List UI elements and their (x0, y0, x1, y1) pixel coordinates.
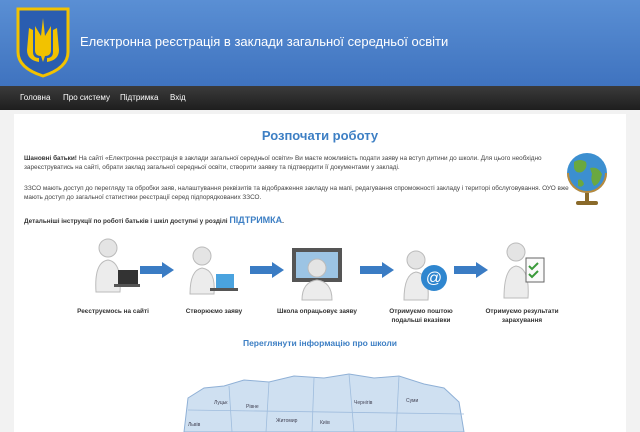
main-navigation: Головна Про систему Підтримка Вхід (0, 86, 640, 110)
main-content: Розпочати роботу Шановні батьки! На сайт… (14, 114, 626, 432)
arrow-right-icon (250, 262, 284, 278)
instructions-end: . (282, 218, 284, 225)
svg-text:@: @ (426, 270, 442, 287)
map-region-label: Суми (406, 398, 418, 404)
instructions-text: Детальніші інструкції по роботі батьків … (24, 218, 230, 225)
map-region-label: Луцьк (214, 400, 228, 406)
step-email-figure: @ (403, 250, 447, 301)
coat-of-arms-icon[interactable] (15, 6, 71, 78)
step-register-figure (95, 238, 140, 293)
intro-text: На сайті «Електронна реєстрація в заклад… (24, 155, 542, 171)
step-label: Створюємо заяву (185, 308, 243, 315)
arrow-right-icon (360, 262, 394, 278)
site-header: Електронна реєстрація в заклади загально… (0, 0, 640, 86)
map-region-label: Київ (320, 420, 330, 426)
page-title: Розпочати роботу (261, 128, 379, 143)
map-region-label: Чернігів (354, 400, 373, 406)
intro-paragraph: Шановні батьки! На сайті «Електронна реє… (24, 154, 572, 172)
intro-greeting: Шановні батьки! (24, 155, 77, 162)
nav-item-about[interactable]: Про систему (63, 93, 110, 102)
nav-item-support[interactable]: Підтримка (120, 93, 158, 102)
step-results-figure (503, 242, 545, 299)
nav-item-home[interactable]: Головна (20, 93, 50, 102)
ukraine-map[interactable]: Луцьк Рівне Житомир Київ Чернігів Суми Л… (174, 358, 474, 432)
arrow-right-icon (454, 262, 488, 278)
map-region-label: Львів (188, 422, 201, 428)
site-title: Електронна реєстрація в заклади загально… (80, 34, 449, 49)
globe-icon (567, 153, 607, 205)
instructions-paragraph: Детальніші інструкції по роботі батьків … (24, 216, 584, 226)
map-region-label: Житомир (276, 418, 298, 424)
nav-item-login[interactable]: Вхід (170, 93, 186, 102)
map-region-label: Рівне (246, 404, 259, 410)
arrow-right-icon (140, 262, 174, 278)
step-application-figure (189, 246, 238, 295)
step-label: Реєструємось на сайті (77, 308, 149, 315)
step-label: Отримуємо поштою подальші вказівки (389, 308, 453, 324)
schools-paragraph: ЗЗСО мають доступ до перегляду та обробк… (24, 185, 569, 201)
map-heading[interactable]: Переглянути інформацію про школи (14, 338, 626, 348)
step-school-figure (292, 248, 342, 301)
step-label: Школа опрацьовує заяву (277, 308, 357, 315)
support-link[interactable]: ПІДТРИМКА (229, 215, 282, 225)
step-label: Отримуємо результати зарахування (485, 308, 559, 324)
